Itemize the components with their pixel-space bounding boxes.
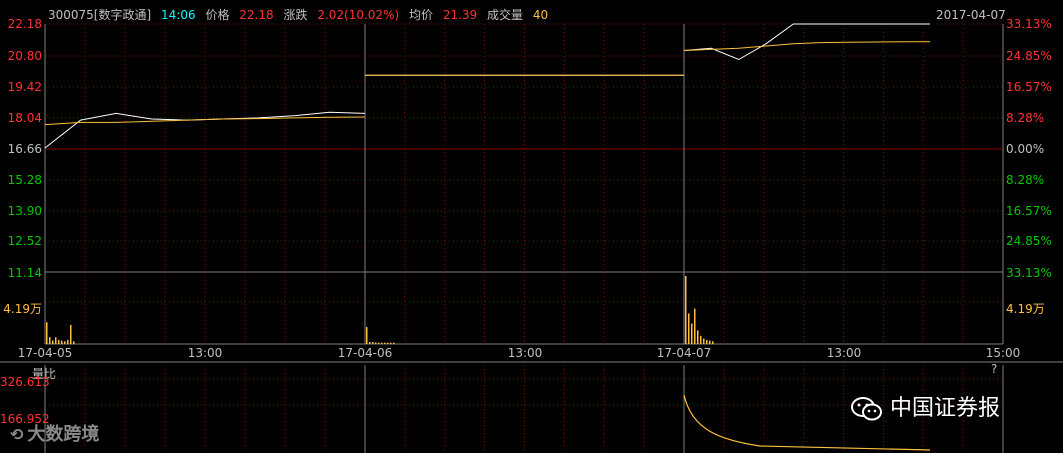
- volume-bar: [688, 313, 690, 344]
- volume-bar: [390, 342, 392, 344]
- chart-date: 2017-04-07: [936, 8, 1006, 22]
- quote-header: 300075[数字政通] 14:06 价格 22.18 涨跌 2.02(10.0…: [48, 6, 554, 23]
- volume-bar: [697, 330, 699, 344]
- volume-bar: [64, 341, 66, 344]
- x-axis-tick: 17-04-07: [656, 346, 712, 360]
- change-label: 涨跌: [283, 8, 308, 22]
- volume-bar: [706, 339, 708, 344]
- price-axis-label: 15.28: [7, 173, 42, 187]
- volume-bar: [393, 342, 395, 344]
- volume-bar: [67, 339, 69, 344]
- pct-axis-label: 0.00%: [1006, 142, 1045, 156]
- volume-bar: [61, 340, 63, 344]
- pct-axis-label: 8.28%: [1006, 111, 1045, 125]
- wechat-icon: [850, 396, 884, 422]
- price-axis-label: 22.18: [7, 17, 42, 31]
- volume-bar: [703, 338, 705, 344]
- volume-bar: [694, 308, 696, 344]
- volume-bar: [381, 342, 383, 344]
- bdk-logo-icon: ⟲: [10, 425, 24, 444]
- price-axis-label: 12.52: [7, 234, 42, 248]
- price-axis-label: 13.90: [7, 204, 42, 218]
- price-axis-label: 19.42: [7, 80, 42, 94]
- chart-canvas: [0, 23, 1063, 453]
- watermark-right-text: 中国证券报: [890, 396, 1001, 421]
- volume-bar: [58, 339, 60, 344]
- volume-label: 成交量: [487, 8, 524, 22]
- pct-axis-label: 24.85%: [1006, 234, 1052, 248]
- price-axis-label: 16.66: [7, 142, 42, 156]
- volume-bar: [709, 340, 711, 344]
- pct-axis-label: 16.57%: [1006, 80, 1052, 94]
- price-axis-label: 11.14: [7, 266, 42, 280]
- volume-bar: [375, 342, 377, 344]
- price-value: 22.18: [239, 8, 274, 22]
- pct-axis-label: 33.13%: [1006, 17, 1052, 31]
- volume-bar: [70, 324, 72, 344]
- price-axis-label: 20.80: [7, 49, 42, 63]
- pct-axis-label: 8.28%: [1006, 173, 1045, 187]
- volume-bar: [372, 341, 374, 344]
- volume-bar: [387, 342, 389, 344]
- volume-bar: [685, 276, 687, 344]
- watermark-left-text: 大数跨境: [27, 424, 100, 445]
- x-axis-tick: 15:00: [985, 346, 1021, 360]
- avg-line: [683, 41, 930, 51]
- x-axis-tick: 13:00: [826, 346, 862, 360]
- volume-bar: [73, 341, 75, 344]
- volume-value: 40: [532, 8, 549, 22]
- volume-bar: [52, 340, 54, 344]
- volume-axis-right: 4.19万: [1006, 302, 1045, 316]
- watermark-left: ⟲ 大数跨境: [10, 420, 99, 446]
- price-axis-label: 18.04: [7, 111, 42, 125]
- volume-bar: [366, 327, 368, 344]
- x-axis-tick: 13:00: [507, 346, 543, 360]
- volume-axis-left: 4.19万: [3, 302, 42, 316]
- pct-axis-label: 16.57%: [1006, 204, 1052, 218]
- price-label: 价格: [205, 8, 230, 22]
- volume-bar: [712, 341, 714, 344]
- ratio-top-value: 326.613: [0, 375, 50, 389]
- volume-bar: [378, 342, 380, 344]
- volume-bar: [700, 335, 702, 344]
- x-axis-tick: 13:00: [187, 346, 223, 360]
- pct-axis-label: 24.85%: [1006, 49, 1052, 63]
- volume-bar: [369, 341, 371, 344]
- x-axis-tick: 17-04-05: [17, 346, 73, 360]
- volume-bar: [55, 337, 57, 344]
- avg-label: 均价: [408, 8, 433, 22]
- pct-axis-label: 33.13%: [1006, 266, 1052, 280]
- avg-value: 21.39: [442, 8, 478, 22]
- quote-time: 14:06: [161, 8, 196, 22]
- help-button[interactable]: ?: [991, 362, 997, 376]
- volume-bar: [384, 342, 386, 344]
- x-axis-tick: 17-04-06: [337, 346, 393, 360]
- watermark-right: 中国证券报: [850, 390, 1000, 422]
- volume-bar: [691, 323, 693, 344]
- stock-code-name: 300075[数字政通]: [48, 8, 152, 22]
- change-value: 2.02(10.02%): [317, 8, 400, 22]
- volume-bar: [49, 337, 51, 344]
- volume-bar: [46, 322, 48, 344]
